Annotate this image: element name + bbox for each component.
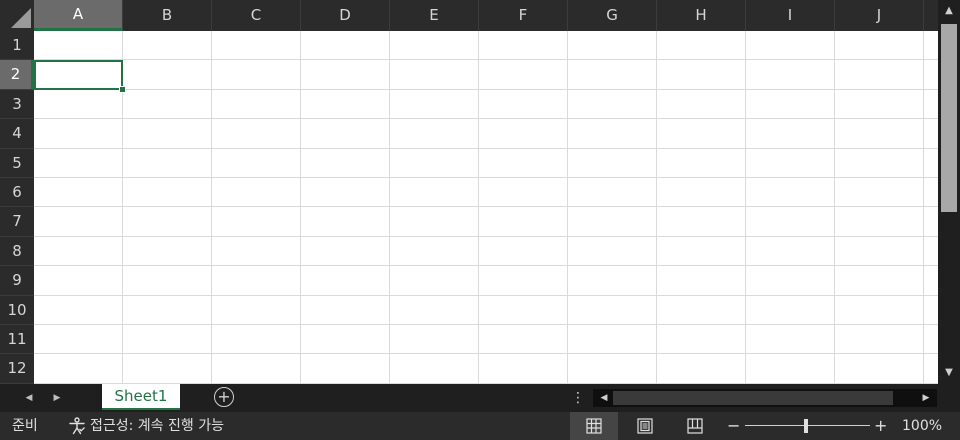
column-header-a[interactable]: A — [34, 0, 123, 31]
column-gridline — [834, 31, 835, 384]
row-gridline — [34, 235, 938, 237]
plus-circle-icon[interactable]: + — [214, 387, 234, 407]
page-break-view-button[interactable] — [671, 412, 719, 440]
row-header-1[interactable]: 1 — [0, 31, 34, 61]
column-header-c[interactable]: C — [212, 0, 301, 31]
row-header-8[interactable]: 8 — [0, 237, 34, 267]
column-header-f[interactable]: F — [479, 0, 568, 31]
column-gridline — [478, 31, 479, 384]
horizontal-scroll-thumb[interactable] — [613, 391, 893, 405]
row-gridline — [34, 265, 938, 267]
row-header-11[interactable]: 11 — [0, 325, 34, 355]
column-gridline — [300, 31, 301, 384]
column-gridline — [211, 31, 212, 384]
chevron-left-icon[interactable]: ◀ — [22, 390, 36, 406]
accessibility-icon — [69, 417, 85, 435]
worksheet-grid[interactable]: ABCDEFGHIJ 1 2 3 4 5 6 7 8 9 10 11 12 — [0, 0, 938, 384]
column-gridline — [656, 31, 657, 384]
page-icon — [637, 418, 653, 434]
tab-sheet1[interactable]: Sheet1 — [102, 384, 180, 410]
row-gridline — [34, 206, 938, 208]
triangle-right-icon[interactable]: ▶ — [917, 389, 935, 407]
zoom-slider-thumb[interactable] — [804, 419, 808, 433]
status-ready-text: 준비 — [12, 418, 38, 434]
row-header-10[interactable]: 10 — [0, 296, 34, 325]
triangle-left-icon[interactable]: ◀ — [595, 389, 613, 407]
active-cell[interactable] — [34, 60, 123, 90]
column-header-d[interactable]: D — [301, 0, 390, 31]
row-gridline — [34, 177, 938, 178]
row-header-12[interactable]: 12 — [0, 354, 34, 384]
column-header-e[interactable]: E — [390, 0, 479, 31]
row-headers: 1 2 3 4 5 6 7 8 9 10 11 12 — [0, 31, 34, 384]
zoom-level[interactable]: 100% — [902, 412, 942, 440]
column-header-g[interactable]: G — [568, 0, 657, 31]
row-header-5[interactable]: 5 — [0, 149, 34, 178]
row-gridline — [34, 324, 938, 325]
zoom-in-button[interactable]: + — [874, 412, 887, 440]
page-layout-view-button[interactable] — [621, 412, 669, 440]
vertical-scroll-thumb[interactable] — [941, 24, 957, 212]
page-break-icon — [687, 418, 703, 434]
column-gridline — [745, 31, 746, 384]
row-gridline — [34, 294, 938, 296]
row-header-3[interactable]: 3 — [0, 90, 34, 120]
horizontal-scrollbar[interactable]: ◀ ▶ — [593, 389, 937, 407]
row-header-7[interactable]: 7 — [0, 207, 34, 237]
triangle-up-icon[interactable]: ▲ — [940, 2, 958, 20]
zoom-out-button[interactable]: − — [727, 412, 740, 440]
vertical-dots-icon[interactable]: ⋮ — [571, 388, 585, 408]
status-bar: 준비 접근성: 계속 진행 가능 − + 100% — [0, 412, 960, 440]
row-gridline — [34, 118, 938, 120]
row-gridline — [34, 353, 938, 355]
column-gridline — [567, 31, 568, 384]
column-header-i[interactable]: I — [746, 0, 835, 31]
triangle-down-icon[interactable]: ▼ — [940, 364, 958, 382]
column-headers: ABCDEFGHIJ — [34, 0, 938, 31]
row-gridline — [34, 59, 938, 61]
column-header-h[interactable]: H — [657, 0, 746, 31]
row-gridline — [34, 88, 938, 90]
column-header-j[interactable]: J — [835, 0, 924, 31]
select-all-triangle-icon — [11, 8, 31, 28]
grid-icon — [586, 418, 602, 434]
row-gridline — [34, 147, 938, 149]
normal-view-button[interactable] — [570, 412, 618, 440]
cell-grid[interactable] — [34, 31, 938, 384]
row-header-9[interactable]: 9 — [0, 266, 34, 296]
accessibility-text: 접근성: 계속 진행 가능 — [90, 418, 224, 434]
vertical-scrollbar[interactable]: ▲ ▼ — [938, 0, 960, 384]
column-gridline — [389, 31, 390, 384]
select-all-button[interactable] — [0, 0, 34, 31]
column-gridline — [923, 31, 924, 384]
column-header-b[interactable]: B — [123, 0, 212, 31]
row-header-4[interactable]: 4 — [0, 119, 34, 149]
accessibility-status[interactable]: 접근성: 계속 진행 가능 — [68, 412, 224, 440]
row-header-6[interactable]: 6 — [0, 178, 34, 208]
row-header-2[interactable]: 2 — [0, 60, 34, 90]
chevron-right-icon[interactable]: ▶ — [50, 390, 64, 406]
fill-handle[interactable] — [119, 85, 126, 93]
sheet-tab-bar: ◀ ▶ Sheet1 + ⋮ ◀ ▶ — [0, 384, 960, 412]
